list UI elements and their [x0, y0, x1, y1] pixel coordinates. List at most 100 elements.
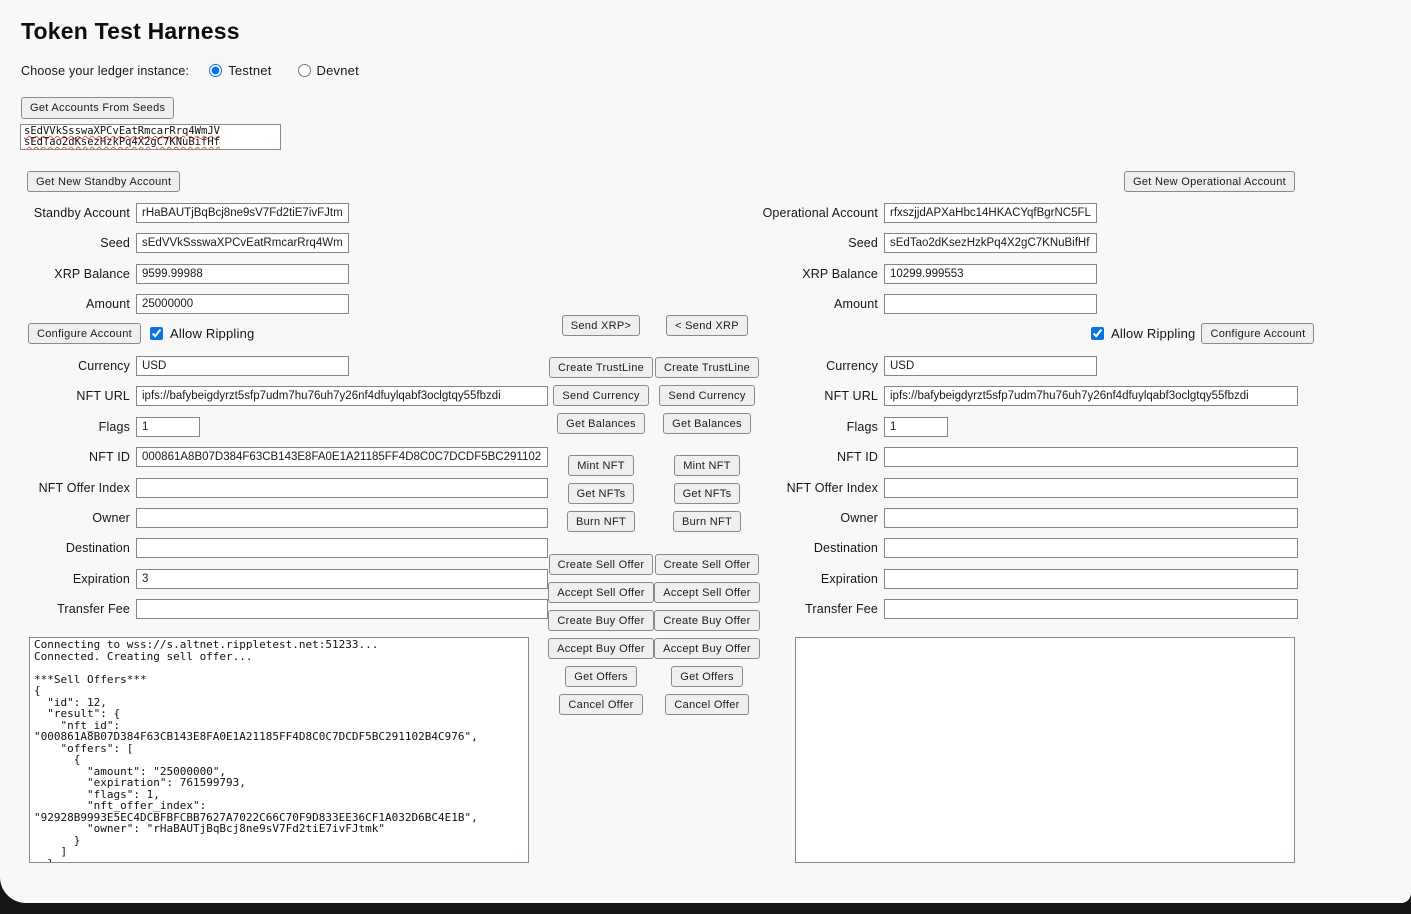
operational-destination-input[interactable]: [884, 538, 1298, 558]
standby-actions-column: Send XRP> Create TrustLine Send Currency…: [545, 315, 657, 715]
standby-flags-input[interactable]: [136, 417, 200, 437]
operational-nft-offer-index-row: NFT Offer Index: [748, 477, 1298, 498]
operational-destination-row: Destination: [748, 537, 1298, 558]
mint-nft-standby-button[interactable]: Mint NFT: [568, 455, 634, 476]
ledger-instance-row: Choose your ledger instance: Testnet Dev…: [21, 63, 385, 78]
devnet-radio[interactable]: [298, 64, 311, 77]
operational-flags-input[interactable]: [884, 417, 948, 437]
operational-transfer-fee-input[interactable]: [884, 599, 1298, 619]
create-sell-offer-operational-button[interactable]: Create Sell Offer: [655, 554, 760, 575]
operational-account-label: Operational Account: [748, 206, 881, 220]
standby-seed-input[interactable]: [136, 233, 349, 253]
cancel-offer-standby-button[interactable]: Cancel Offer: [559, 694, 642, 715]
send-currency-standby-button[interactable]: Send Currency: [553, 385, 648, 406]
create-trustline-standby-button[interactable]: Create TrustLine: [549, 357, 653, 378]
operational-nft-id-row: NFT ID: [748, 446, 1298, 467]
standby-owner-label: Owner: [0, 511, 133, 525]
standby-owner-input[interactable]: [136, 508, 548, 528]
standby-destination-input[interactable]: [136, 538, 548, 558]
operational-nft-id-label: NFT ID: [748, 450, 881, 464]
mint-nft-operational-button[interactable]: Mint NFT: [674, 455, 740, 476]
operational-nft-id-input[interactable]: [884, 447, 1298, 467]
standby-nft-id-input[interactable]: [136, 447, 548, 467]
operational-configure-account-button[interactable]: Configure Account: [1201, 323, 1314, 344]
operational-seed-input[interactable]: [884, 233, 1097, 253]
create-trustline-operational-button[interactable]: Create TrustLine: [655, 357, 759, 378]
standby-flags-row: Flags: [0, 416, 200, 437]
standby-transfer-fee-input[interactable]: [136, 599, 548, 619]
operational-currency-input[interactable]: [884, 356, 1097, 376]
standby-configure-row: Configure Account Allow Rippling: [28, 323, 260, 344]
radio-testnet[interactable]: Testnet: [209, 63, 271, 78]
standby-expiration-input[interactable]: [136, 569, 548, 589]
get-offers-operational-button[interactable]: Get Offers: [671, 666, 743, 687]
operational-owner-input[interactable]: [884, 508, 1298, 528]
ledger-instance-label: Choose your ledger instance:: [21, 64, 189, 78]
operational-amount-label: Amount: [748, 297, 881, 311]
seeds-textarea[interactable]: sEdVVkSsswaXPCvEatRmcarRrq4WmJV sEdTao2d…: [20, 124, 281, 150]
standby-transfer-fee-label: Transfer Fee: [0, 602, 133, 616]
standby-destination-label: Destination: [0, 541, 133, 555]
accept-sell-offer-standby-button[interactable]: Accept Sell Offer: [548, 582, 653, 603]
get-new-operational-account-button[interactable]: Get New Operational Account: [1124, 171, 1295, 192]
get-nfts-operational-button[interactable]: Get NFTs: [674, 483, 741, 504]
get-balances-standby-button[interactable]: Get Balances: [557, 413, 645, 434]
operational-account-input[interactable]: [884, 203, 1097, 223]
accept-buy-offer-standby-button[interactable]: Accept Buy Offer: [548, 638, 654, 659]
operational-nft-url-input[interactable]: [884, 386, 1298, 406]
standby-nft-url-label: NFT URL: [0, 389, 133, 403]
standby-allow-rippling-checkbox[interactable]: [150, 327, 163, 340]
get-balances-operational-button[interactable]: Get Balances: [663, 413, 751, 434]
operational-expiration-input[interactable]: [884, 569, 1298, 589]
create-sell-offer-standby-button[interactable]: Create Sell Offer: [549, 554, 654, 575]
accept-sell-offer-operational-button[interactable]: Accept Sell Offer: [654, 582, 759, 603]
standby-results-textarea[interactable]: Connecting to wss://s.altnet.rippletest.…: [29, 637, 529, 863]
burn-nft-operational-button[interactable]: Burn NFT: [673, 511, 741, 532]
standby-account-row: Standby Account: [0, 202, 349, 223]
standby-nft-url-input[interactable]: [136, 386, 548, 406]
operational-transfer-fee-row: Transfer Fee: [748, 598, 1298, 619]
standby-currency-input[interactable]: [136, 356, 349, 376]
burn-nft-standby-button[interactable]: Burn NFT: [567, 511, 635, 532]
operational-results-textarea[interactable]: [795, 637, 1295, 863]
radio-devnet[interactable]: Devnet: [298, 63, 359, 78]
operational-nft-offer-index-input[interactable]: [884, 478, 1298, 498]
standby-xrp-balance-input[interactable]: [136, 264, 349, 284]
operational-transfer-fee-label: Transfer Fee: [748, 602, 881, 616]
cancel-offer-operational-button[interactable]: Cancel Offer: [665, 694, 748, 715]
page-title: Token Test Harness: [21, 18, 240, 45]
standby-expiration-label: Expiration: [0, 572, 133, 586]
get-new-standby-account-button[interactable]: Get New Standby Account: [27, 171, 180, 192]
operational-nft-url-label: NFT URL: [748, 389, 881, 403]
operational-expiration-label: Expiration: [748, 572, 881, 586]
get-accounts-from-seeds-button[interactable]: Get Accounts From Seeds: [21, 97, 174, 119]
send-xrp-standby-button[interactable]: Send XRP>: [562, 315, 641, 336]
operational-expiration-row: Expiration: [748, 568, 1298, 589]
standby-account-label: Standby Account: [0, 206, 133, 220]
get-offers-standby-button[interactable]: Get Offers: [565, 666, 637, 687]
standby-nft-offer-index-input[interactable]: [136, 478, 548, 498]
standby-configure-account-button[interactable]: Configure Account: [28, 323, 141, 344]
operational-xrp-balance-input[interactable]: [884, 264, 1097, 284]
standby-xrp-balance-row: XRP Balance: [0, 263, 349, 284]
operational-flags-label: Flags: [748, 420, 881, 434]
standby-nft-url-row: NFT URL: [0, 385, 548, 406]
standby-currency-label: Currency: [0, 359, 133, 373]
create-buy-offer-standby-button[interactable]: Create Buy Offer: [548, 610, 653, 631]
devnet-radio-label: Devnet: [317, 63, 359, 78]
send-xrp-operational-button[interactable]: < Send XRP: [666, 315, 748, 336]
send-currency-operational-button[interactable]: Send Currency: [659, 385, 754, 406]
standby-amount-input[interactable]: [136, 294, 349, 314]
operational-actions-column: < Send XRP Create TrustLine Send Currenc…: [651, 315, 763, 715]
operational-allow-rippling-label: Allow Rippling: [1111, 326, 1195, 341]
operational-currency-label: Currency: [748, 359, 881, 373]
create-buy-offer-operational-button[interactable]: Create Buy Offer: [654, 610, 759, 631]
accept-buy-offer-operational-button[interactable]: Accept Buy Offer: [654, 638, 760, 659]
standby-account-input[interactable]: [136, 203, 349, 223]
standby-transfer-fee-row: Transfer Fee: [0, 598, 548, 619]
operational-allow-rippling-checkbox[interactable]: [1091, 327, 1104, 340]
testnet-radio[interactable]: [209, 64, 222, 77]
operational-amount-input[interactable]: [884, 294, 1097, 314]
standby-amount-label: Amount: [0, 297, 133, 311]
get-nfts-standby-button[interactable]: Get NFTs: [568, 483, 635, 504]
